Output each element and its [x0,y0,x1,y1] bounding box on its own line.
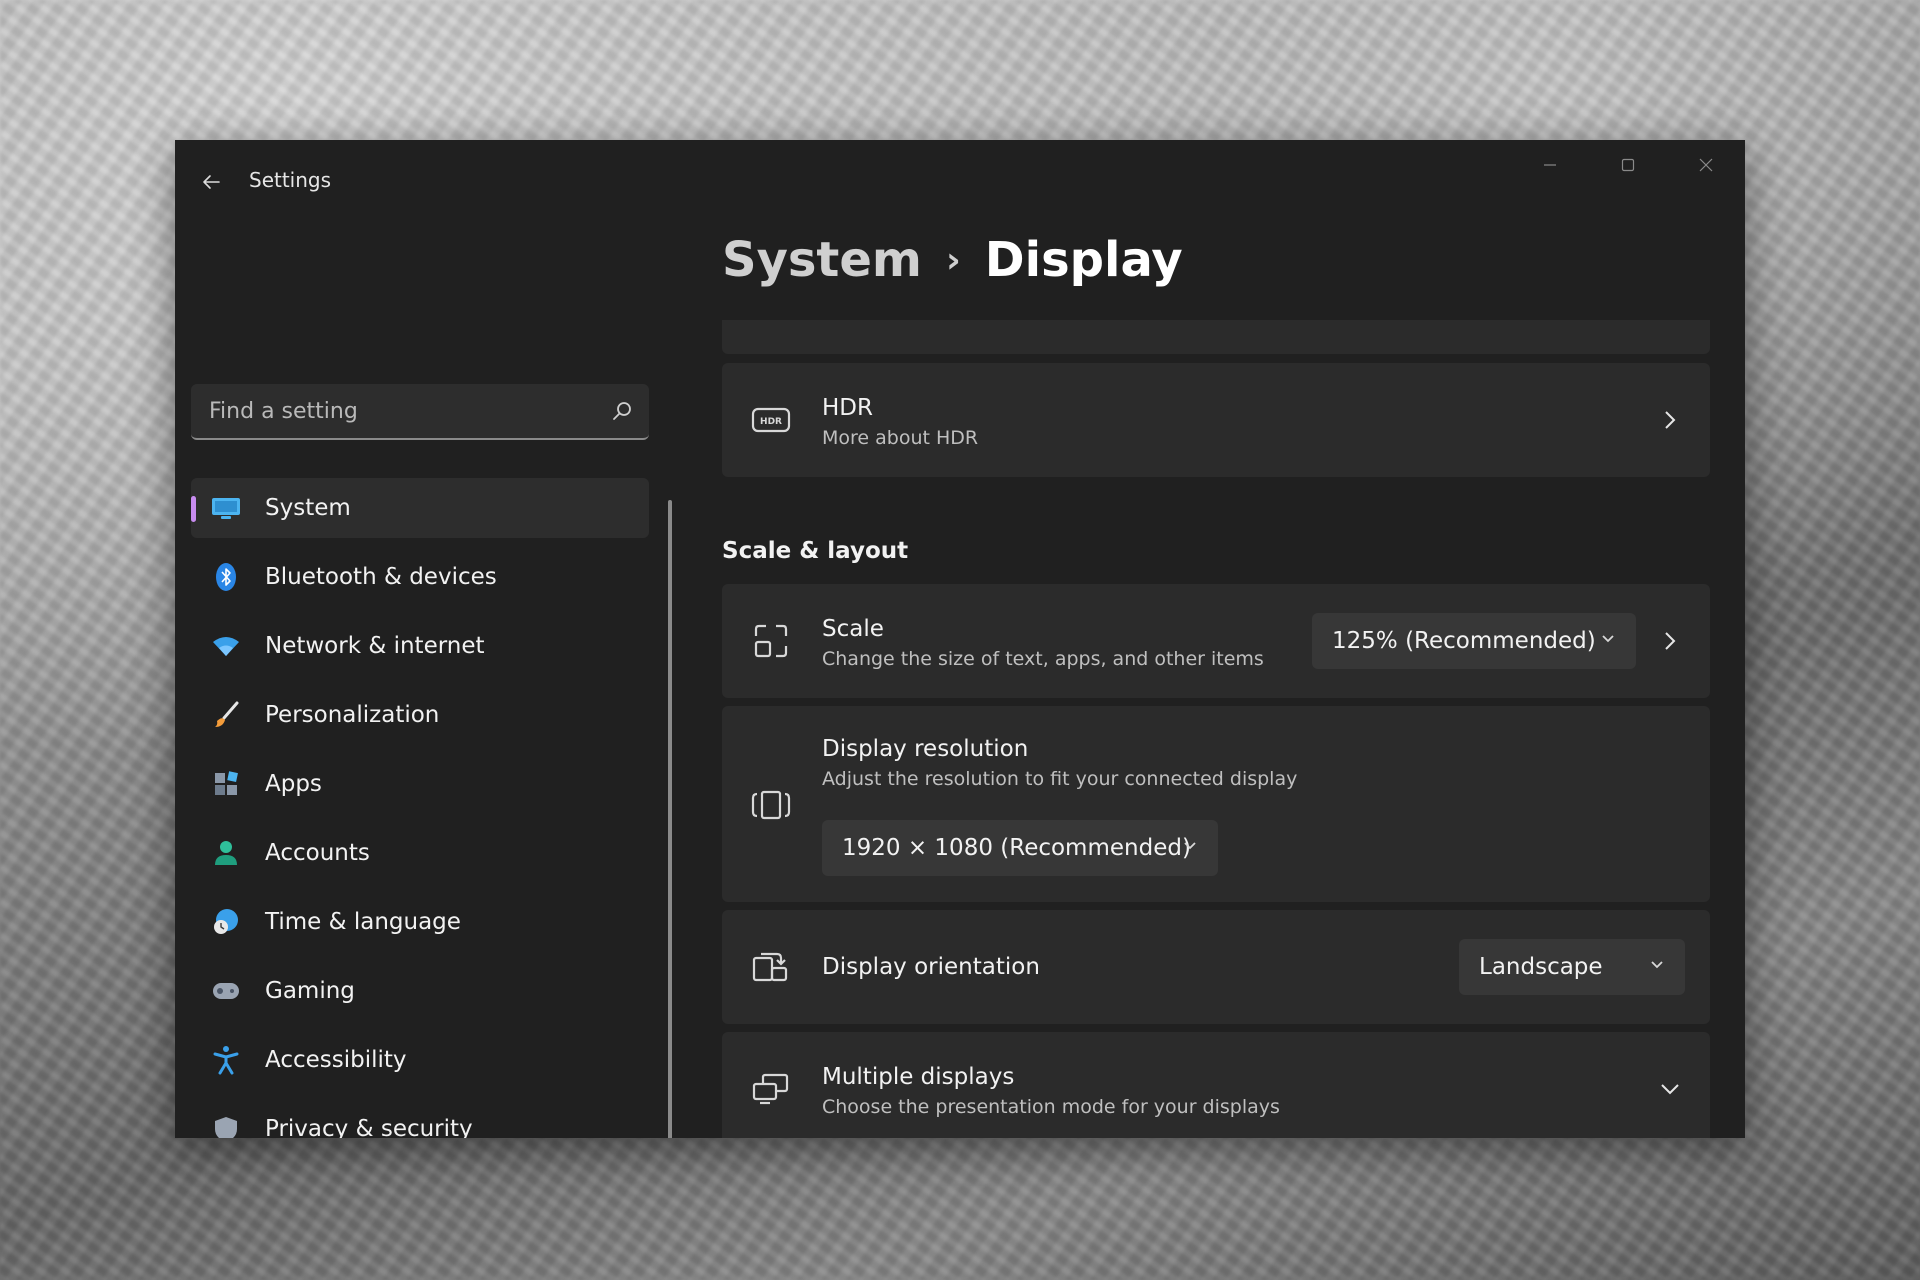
sidebar-scrollbar[interactable] [668,500,672,1138]
resolution-dropdown-value: 1920 × 1080 (Recommended) [842,835,1191,861]
hdr-title: HDR [822,395,873,421]
orientation-icon [750,946,792,988]
page-title: Display [984,232,1183,288]
maximize-button[interactable] [1589,140,1667,190]
sidebar-item-label: Network & internet [265,633,485,659]
resolution-title: Display resolution [822,736,1029,762]
scale-description: Change the size of text, apps, and other… [822,648,1264,670]
minimize-icon [1544,164,1556,166]
sidebar-item-system[interactable]: System [191,478,649,538]
scale-dropdown[interactable]: 125% (Recommended) [1312,613,1636,669]
orientation-title: Display orientation [822,954,1040,980]
resolution-description: Adjust the resolution to fit your connec… [822,768,1298,790]
sidebar-item-accounts[interactable]: Accounts [191,823,649,883]
app-title: Settings [249,168,332,192]
monitor-icon [209,491,243,525]
svg-text:HDR: HDR [760,417,782,427]
sidebar-item-accessibility[interactable]: Accessibility [191,1030,649,1090]
back-button[interactable] [189,160,233,204]
main-content: HDR HDR More about HDR Scale & layout Sc… [722,320,1710,1138]
scale-title: Scale [822,616,884,642]
wifi-icon [209,629,243,663]
controller-icon [209,974,243,1008]
globe-clock-icon [209,905,243,939]
sidebar-item-label: Time & language [265,909,461,935]
orientation-dropdown[interactable]: Landscape [1459,939,1685,995]
resolution-card: Display resolution Adjust the resolution… [722,706,1710,902]
back-arrow-icon [203,175,220,189]
search-box [191,384,649,440]
breadcrumb: System › Display [722,232,1183,288]
multiple-displays-title: Multiple displays [822,1064,1015,1090]
shield-icon [209,1112,243,1138]
chevron-down-icon[interactable] [1658,1077,1682,1101]
sidebar-item-label: Accessibility [265,1047,407,1073]
person-icon [209,836,243,870]
minimize-button[interactable] [1511,140,1589,190]
section-title: Scale & layout [722,538,909,564]
brush-icon [209,698,243,732]
accessibility-icon [209,1043,243,1077]
sidebar-item-personalization[interactable]: Personalization [191,685,649,745]
sidebar-item-time-language[interactable]: Time & language [191,892,649,952]
chevron-down-icon [1184,842,1196,850]
orientation-dropdown-value: Landscape [1479,954,1603,980]
sidebar-item-label: Apps [265,771,322,797]
sidebar-item-gaming[interactable]: Gaming [191,961,649,1021]
search-input[interactable] [191,384,591,438]
scale-dropdown-value: 125% (Recommended) [1332,628,1596,654]
sidebar-item-label: Privacy & security [265,1116,473,1138]
chevron-right-icon [1658,408,1682,432]
bluetooth-icon [209,560,243,594]
hdr-card[interactable]: HDR HDR More about HDR [722,363,1710,477]
chevron-down-icon [1602,635,1614,643]
sidebar-item-apps[interactable]: Apps [191,754,649,814]
scale-card[interactable]: Scale Change the size of text, apps, and… [722,584,1710,698]
sidebar-item-bluetooth[interactable]: Bluetooth & devices [191,547,649,607]
sidebar-item-label: Bluetooth & devices [265,564,497,590]
sidebar-item-label: Accounts [265,840,370,866]
search-icon[interactable] [611,400,633,422]
close-button[interactable] [1667,140,1745,190]
window-controls [1511,140,1745,190]
sidebar-item-label: Personalization [265,702,440,728]
title-bar: Settings [175,140,1745,220]
chevron-right-icon [1658,629,1682,653]
settings-window: Settings System [175,140,1745,1138]
previous-setting-card[interactable] [722,320,1710,354]
sidebar-nav: System Bluetooth & devices Network & int… [191,478,649,1138]
maximize-icon [1621,158,1635,172]
hdr-icon: HDR [750,399,792,441]
breadcrumb-parent[interactable]: System [722,232,922,288]
resolution-dropdown[interactable]: 1920 × 1080 (Recommended) [822,820,1218,876]
scale-icon [750,620,792,662]
orientation-card: Display orientation Landscape [722,910,1710,1024]
sidebar-item-label: Gaming [265,978,355,1004]
sidebar-item-label: System [265,495,351,521]
resolution-icon [750,784,792,826]
multiple-displays-description: Choose the presentation mode for your di… [822,1096,1280,1118]
apps-icon [209,767,243,801]
sidebar-item-privacy[interactable]: Privacy & security [191,1099,649,1138]
multiple-displays-icon [750,1068,792,1110]
close-icon [1699,158,1713,172]
sidebar-item-network[interactable]: Network & internet [191,616,649,676]
hdr-link[interactable]: More about HDR [822,427,978,449]
breadcrumb-separator: › [945,239,961,281]
multiple-displays-card[interactable]: Multiple displays Choose the presentatio… [722,1032,1710,1138]
chevron-down-icon [1651,961,1663,969]
